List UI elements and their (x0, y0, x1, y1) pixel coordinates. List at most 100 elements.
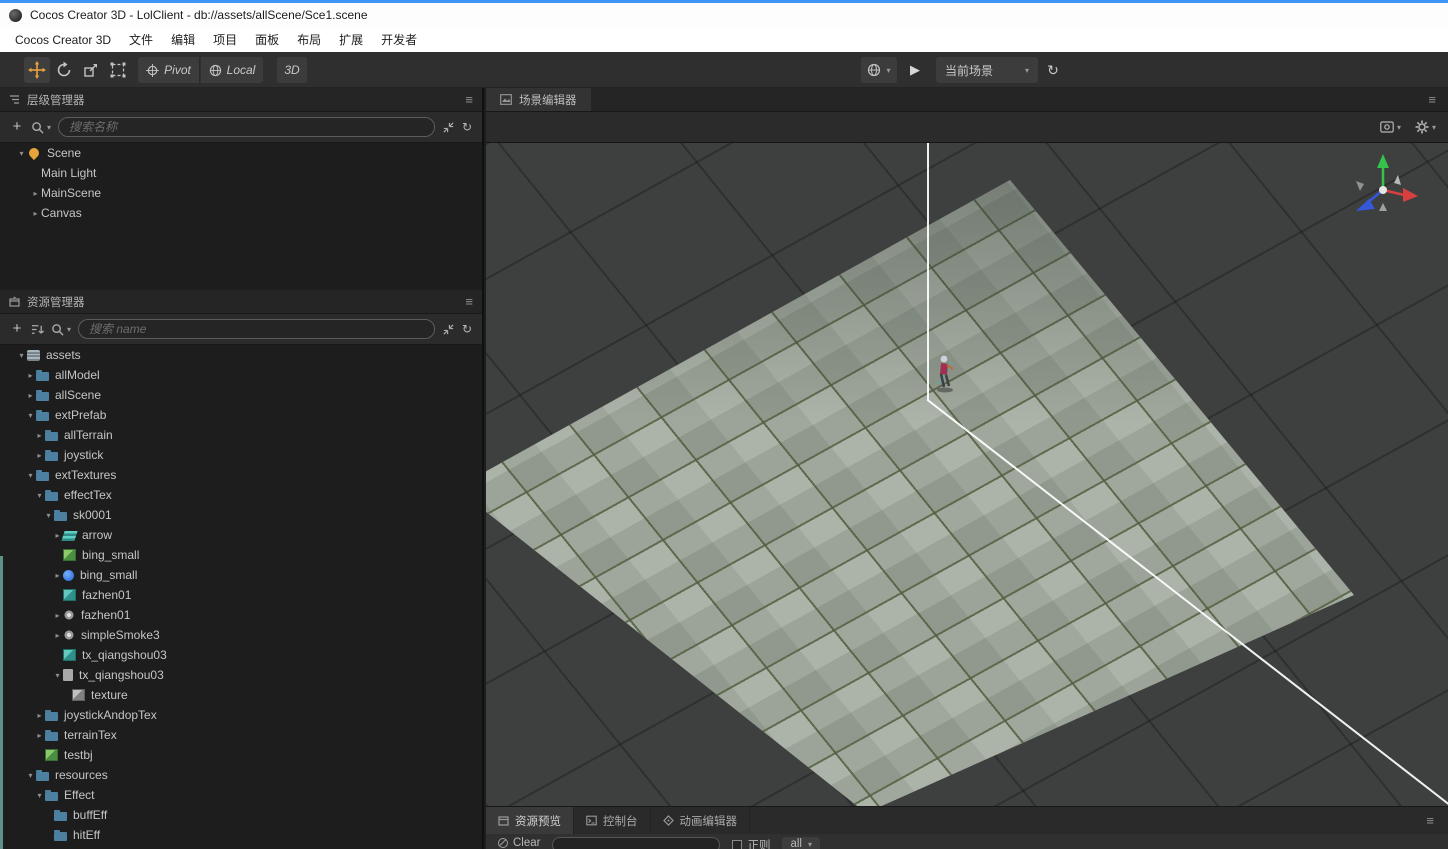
asset-item[interactable]: ▸ joystick (0, 445, 482, 465)
hierarchy-search-input[interactable] (58, 117, 435, 137)
axis-y-cone[interactable] (1377, 154, 1389, 168)
expand-icon[interactable]: ▸ (30, 209, 41, 218)
search-filter-button[interactable]: ▾ (51, 323, 71, 336)
expand-icon[interactable]: ▾ (16, 149, 27, 158)
move-tool-button[interactable] (24, 57, 50, 83)
expand-icon[interactable]: ▸ (52, 571, 63, 580)
menu-panel[interactable]: 面板 (246, 31, 288, 48)
scene-viewport[interactable] (486, 143, 1448, 806)
expand-icon[interactable]: ▸ (52, 631, 63, 640)
asset-item[interactable]: ▾ sk0001 (0, 505, 482, 525)
rotate-tool-button[interactable] (51, 57, 77, 83)
asset-item[interactable]: hitEff (0, 825, 482, 845)
regex-checkbox[interactable] (732, 840, 742, 849)
menu-layout[interactable]: 布局 (288, 31, 330, 48)
asset-item[interactable]: ▸ arrow (0, 525, 482, 545)
expand-icon[interactable]: ▸ (34, 731, 45, 740)
rect-tool-button[interactable] (105, 57, 131, 83)
expand-icon[interactable]: ▸ (34, 711, 45, 720)
asset-item[interactable]: ▸ simpleSmoke3 (0, 625, 482, 645)
expand-icon[interactable]: ▸ (25, 371, 36, 380)
pivot-toggle-button[interactable]: Pivot (138, 57, 200, 83)
expand-icon[interactable]: ▾ (25, 471, 36, 480)
orientation-gizmo[interactable] (1344, 151, 1422, 229)
asset-item[interactable]: buffEff (0, 805, 482, 825)
play-button[interactable]: ▶ (901, 57, 929, 83)
asset-item[interactable]: ▾ Effect (0, 785, 482, 805)
panel-menu-icon[interactable]: ≡ (465, 92, 473, 107)
add-node-button[interactable]: + (10, 120, 24, 134)
expand-icon[interactable]: ▾ (16, 351, 27, 360)
add-asset-button[interactable]: + (10, 322, 24, 336)
tree-item-scene[interactable]: ▾ Scene (0, 143, 482, 163)
asset-item[interactable]: fazhen01 (0, 585, 482, 605)
hierarchy-refresh-button[interactable]: ↻ (462, 120, 472, 134)
local-toggle-button[interactable]: Local (201, 57, 263, 83)
scene-refresh-button[interactable]: ↻ (1041, 57, 1065, 83)
expand-icon[interactable]: ▸ (30, 189, 41, 198)
tree-item-main-light[interactable]: Main Light (0, 163, 482, 183)
expand-icon[interactable]: ▾ (52, 671, 63, 680)
scene-display-button[interactable]: ▾ (1380, 121, 1401, 133)
world-gizmo-button[interactable]: ▾ (861, 57, 897, 83)
menu-developer[interactable]: 开发者 (372, 31, 426, 48)
sort-assets-button[interactable] (31, 323, 44, 336)
expand-icon[interactable]: ▸ (52, 611, 63, 620)
panel-menu-icon[interactable]: ≡ (1428, 92, 1436, 107)
tree-item-canvas[interactable]: ▸ Canvas (0, 203, 482, 223)
asset-item[interactable]: ▸ bing_small (0, 565, 482, 585)
asset-item[interactable]: tx_qiangshou03 (0, 645, 482, 665)
scene-editor-tab[interactable]: 场景编辑器 (486, 88, 591, 111)
asset-item[interactable]: ▾ extTextures (0, 465, 482, 485)
assets-search-input[interactable] (78, 319, 435, 339)
menu-file[interactable]: 文件 (120, 31, 162, 48)
asset-item[interactable]: bing_small (0, 545, 482, 565)
collapse-all-button[interactable] (442, 121, 455, 134)
search-filter-button[interactable]: ▾ (31, 121, 51, 134)
expand-icon[interactable]: ▾ (34, 491, 45, 500)
asset-item[interactable]: ▸ allModel (0, 365, 482, 385)
mode-3d-button[interactable]: 3D (277, 57, 307, 83)
collapse-all-button[interactable] (442, 323, 455, 336)
asset-item[interactable]: ▾ assets (0, 345, 482, 365)
expand-icon[interactable]: ▸ (25, 391, 36, 400)
expand-icon[interactable]: ▸ (34, 451, 45, 460)
tab-animation-editor[interactable]: 动画编辑器 (651, 807, 751, 834)
scene-select[interactable]: 当前场景 ▾ (936, 57, 1038, 83)
expand-icon[interactable]: ▾ (25, 771, 36, 780)
menu-edit[interactable]: 编辑 (162, 31, 204, 48)
asset-item[interactable]: ▾ effectTex (0, 485, 482, 505)
tab-asset-preview[interactable]: 资源预览 (486, 807, 574, 834)
character-model[interactable] (932, 353, 958, 393)
console-filter-input[interactable] (552, 837, 720, 849)
tab-console[interactable]: 控制台 (574, 807, 651, 834)
console-log-level-select[interactable]: all ▾ (782, 837, 820, 849)
scale-tool-button[interactable] (78, 57, 104, 83)
console-regex-toggle[interactable]: 正则 (732, 837, 770, 849)
assets-scrollbar[interactable] (0, 556, 3, 849)
menu-project[interactable]: 项目 (204, 31, 246, 48)
axis-z-cone[interactable] (1356, 199, 1375, 211)
tree-item-mainscene[interactable]: ▸ MainScene (0, 183, 482, 203)
asset-item[interactable]: testbj (0, 745, 482, 765)
console-clear-button[interactable]: Clear (498, 837, 540, 849)
asset-item[interactable]: ▸ fazhen01 (0, 605, 482, 625)
asset-item[interactable]: ▾ extPrefab (0, 405, 482, 425)
asset-item[interactable]: ▾ tx_qiangshou03 (0, 665, 482, 685)
assets-refresh-button[interactable]: ↻ (462, 322, 472, 336)
asset-item[interactable]: ▸ allTerrain (0, 425, 482, 445)
expand-icon[interactable]: ▾ (43, 511, 54, 520)
menu-extension[interactable]: 扩展 (330, 31, 372, 48)
asset-item[interactable]: ▸ joystickAndopTex (0, 705, 482, 725)
asset-item[interactable]: ▾ resources (0, 765, 482, 785)
asset-item[interactable]: texture (0, 685, 482, 705)
expand-icon[interactable]: ▾ (34, 791, 45, 800)
scene-settings-button[interactable]: ▾ (1415, 120, 1436, 134)
expand-icon[interactable]: ▸ (34, 431, 45, 440)
panel-menu-icon[interactable]: ≡ (1426, 813, 1434, 828)
asset-item[interactable]: ▸ allScene (0, 385, 482, 405)
expand-icon[interactable]: ▾ (25, 411, 36, 420)
menu-app[interactable]: Cocos Creator 3D (6, 33, 120, 47)
asset-item[interactable]: ▸ terrainTex (0, 725, 482, 745)
axis-x-cone[interactable] (1403, 188, 1418, 202)
